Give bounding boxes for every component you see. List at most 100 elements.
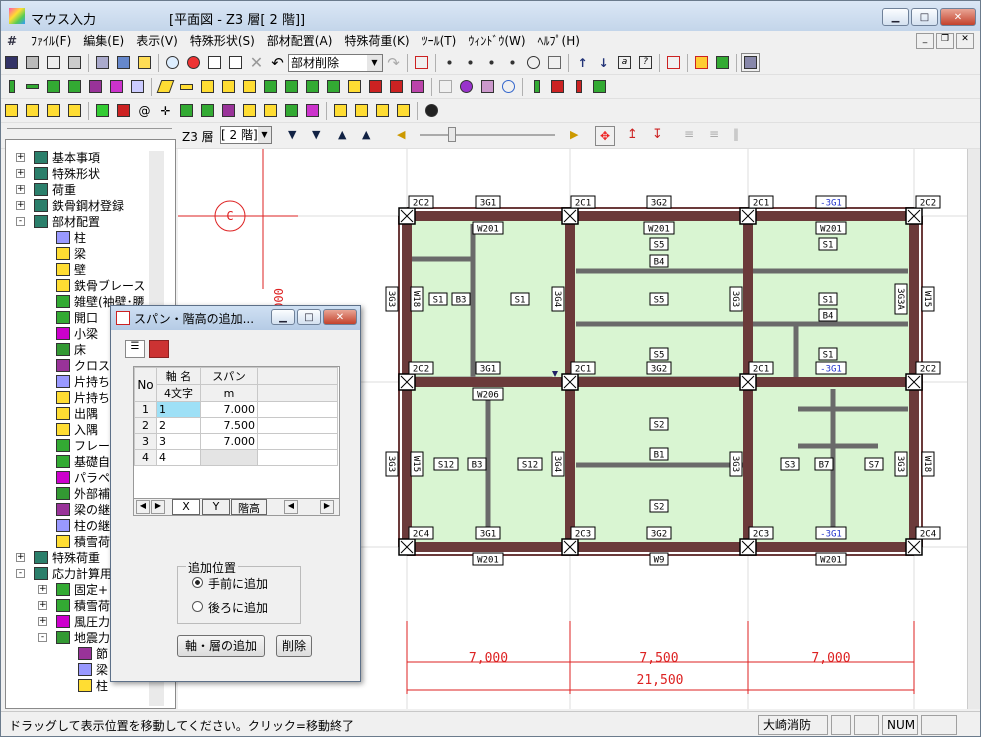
frame-icon[interactable] — [412, 53, 431, 72]
cell-span[interactable]: 7.000 — [200, 401, 258, 418]
tree-item[interactable]: 固定+ — [74, 582, 108, 598]
mdi-minimize-button[interactable]: _ — [916, 33, 934, 49]
main-beam[interactable] — [407, 211, 914, 221]
close-button[interactable]: ✕ — [940, 8, 976, 26]
tree-item[interactable]: 壁 — [74, 262, 86, 278]
raise-icon[interactable]: ↥ — [627, 127, 638, 142]
tree-item[interactable]: 積雪荷 — [74, 534, 110, 550]
a-purple-icon[interactable] — [219, 101, 238, 120]
mdi-restore-button[interactable]: ❐ — [936, 33, 954, 49]
floor-top-icon[interactable]: ▲ — [362, 128, 370, 141]
cell-name[interactable]: 3 — [156, 433, 201, 450]
point-icon[interactable] — [503, 53, 522, 72]
tab-floor-height[interactable]: 階高 — [231, 499, 267, 515]
main-beam[interactable] — [407, 542, 914, 552]
delete-x-icon[interactable]: ✕ — [247, 53, 266, 72]
tree-item[interactable]: 外部補 — [74, 486, 110, 502]
tree-item[interactable]: 出隅 — [74, 406, 98, 422]
maximize-button[interactable]: □ — [911, 8, 938, 26]
menu-special-shape[interactable]: 特殊形状(S) — [184, 31, 261, 51]
tee-icon[interactable] — [44, 101, 63, 120]
at-icon[interactable]: @ — [135, 101, 154, 120]
spring-icon[interactable] — [457, 77, 476, 96]
cell-name[interactable]: 1 — [156, 401, 201, 418]
menu-special-load[interactable]: 特殊荷重(K) — [338, 31, 415, 51]
tree-expander[interactable]: + — [16, 169, 25, 178]
floor-down2-icon[interactable]: ▼ — [312, 128, 320, 141]
help-icon[interactable]: ? — [636, 53, 655, 72]
a-green-icon[interactable] — [177, 101, 196, 120]
grid-icon[interactable] — [93, 53, 112, 72]
tree-item[interactable]: 床 — [74, 342, 86, 358]
tree-item[interactable]: 応力計算用 — [52, 566, 112, 582]
label3-icon[interactable] — [373, 101, 392, 120]
undo-icon[interactable]: ↶ — [268, 53, 287, 72]
main-beam[interactable] — [407, 377, 914, 387]
beam-joint-icon[interactable] — [366, 77, 385, 96]
tab-scroll-left[interactable]: ◀ — [136, 500, 150, 514]
rect2-icon[interactable] — [23, 101, 42, 120]
cell-span[interactable] — [200, 449, 258, 466]
cell-span[interactable]: 7.000 — [200, 433, 258, 450]
tree-item[interactable]: 柱 — [96, 678, 108, 694]
text-down-icon[interactable]: ↓ — [594, 53, 613, 72]
layers-icon[interactable] — [135, 53, 154, 72]
moment-icon[interactable] — [590, 77, 609, 96]
dimension-icon[interactable] — [545, 53, 564, 72]
beam-icon[interactable] — [23, 77, 42, 96]
save-icon[interactable] — [2, 53, 21, 72]
cross-icon[interactable] — [198, 77, 217, 96]
tree-item[interactable]: 開口 — [74, 310, 98, 326]
tee2-icon[interactable] — [65, 101, 84, 120]
floor-select[interactable]: [ 2 階] ▼ — [220, 126, 272, 144]
tree-item[interactable]: 基礎自 — [74, 454, 110, 470]
foundation-icon[interactable] — [324, 77, 343, 96]
label-icon[interactable] — [331, 101, 350, 120]
tree-item[interactable]: 片持ち — [74, 374, 110, 390]
node-icon[interactable] — [440, 53, 459, 72]
text-up-icon[interactable]: ↑ — [573, 53, 592, 72]
delete-mode-select[interactable]: 部材削除 ▼ — [288, 53, 383, 72]
cell-name[interactable]: 4 — [156, 449, 201, 466]
tree-item[interactable]: 鉄骨ブレース — [74, 278, 145, 294]
a-yellow-icon[interactable] — [240, 101, 259, 120]
print-preview-icon[interactable] — [44, 53, 63, 72]
tree-expander[interactable]: - — [16, 569, 25, 578]
pointer-icon[interactable] — [226, 53, 245, 72]
tab-y[interactable]: Y — [202, 499, 230, 515]
a-yellow2-icon[interactable] — [261, 101, 280, 120]
a-green3-icon[interactable] — [282, 101, 301, 120]
target-icon[interactable] — [524, 53, 543, 72]
menu-view[interactable]: 表示(V) — [130, 31, 184, 51]
load-up-icon[interactable] — [527, 77, 546, 96]
tree-item[interactable]: 片持ち — [74, 390, 110, 406]
small-beam-icon[interactable] — [156, 77, 175, 96]
align-icon[interactable]: ≡ — [684, 127, 694, 141]
slider-left-icon[interactable]: ◀ — [397, 128, 405, 141]
floor-down-icon[interactable]: ▼ — [288, 128, 296, 141]
tree-item[interactable]: 小梁 — [74, 326, 98, 342]
tree-item[interactable]: 部材配置 — [52, 214, 100, 230]
crosshair-icon[interactable]: ✛ — [156, 101, 175, 120]
tree-item[interactable]: 梁の継 — [74, 502, 110, 518]
paint-icon[interactable] — [478, 77, 497, 96]
misc-wall-icon[interactable] — [107, 77, 126, 96]
a-pink-icon[interactable] — [303, 101, 322, 120]
tree-expander[interactable]: + — [16, 553, 25, 562]
node-move-icon[interactable] — [461, 53, 480, 72]
tree-item[interactable]: パラペ — [74, 470, 110, 486]
tree-item[interactable]: クロス — [74, 358, 110, 374]
tree-item[interactable]: 梁 — [96, 662, 108, 678]
tab-x[interactable]: X — [172, 499, 200, 515]
tree-expander[interactable]: + — [38, 585, 47, 594]
opening-icon[interactable] — [128, 77, 147, 96]
tree-item[interactable]: 入隅 — [74, 422, 98, 438]
wall-icon[interactable] — [86, 77, 105, 96]
frame-out-icon[interactable] — [303, 77, 322, 96]
menu-window[interactable]: ｳｨﾝﾄﾞｳ(W) — [462, 31, 531, 51]
tree-expander[interactable]: - — [16, 217, 25, 226]
tab-scroll-right[interactable]: ▶ — [151, 500, 165, 514]
spiral-icon[interactable] — [499, 77, 518, 96]
frame-green-icon[interactable] — [713, 53, 732, 72]
outer-corner-icon[interactable] — [261, 77, 280, 96]
